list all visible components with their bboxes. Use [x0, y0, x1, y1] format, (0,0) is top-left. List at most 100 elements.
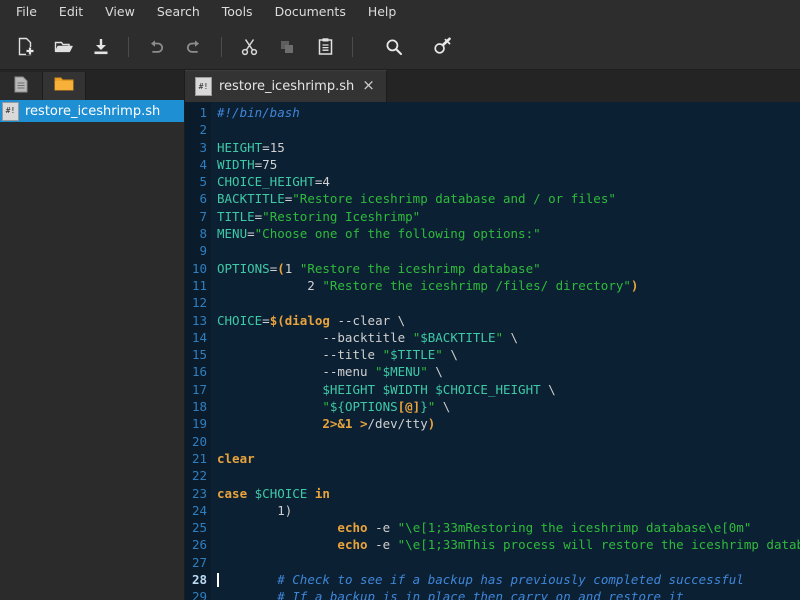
code-line[interactable]: --title "$TITLE" \ [217, 346, 800, 363]
side-panel-tab-documents[interactable] [0, 72, 43, 100]
code-token-plain [390, 520, 398, 535]
code-token-var: TITLE [217, 209, 255, 224]
code-line[interactable] [217, 554, 800, 571]
menu-item-edit[interactable]: Edit [48, 1, 94, 23]
redo-button[interactable] [177, 30, 211, 64]
menu-item-search[interactable]: Search [146, 1, 211, 23]
code-line[interactable] [217, 242, 800, 259]
new-document-button[interactable] [8, 30, 42, 64]
code-line[interactable]: --menu "$MENU" \ [217, 363, 800, 380]
code-token-kw: 2>&1 > [322, 416, 367, 431]
code-token-punc: ) [428, 416, 436, 431]
code-token-plain: 4 [322, 174, 330, 189]
code-token-str: "\e[1;33mRestoring the iceshrimp databas… [398, 520, 752, 535]
code-line[interactable]: # Check to see if a backup has previousl… [217, 571, 800, 588]
close-icon[interactable]: × [361, 78, 376, 95]
code-token-plain: 15 [270, 140, 285, 155]
code-line[interactable]: CHOICE_HEIGHT=4 [217, 173, 800, 190]
menu-item-help[interactable]: Help [357, 1, 408, 23]
code-token-op: --menu [322, 364, 367, 379]
code-line[interactable]: WIDTH=75 [217, 156, 800, 173]
code-line[interactable]: BACKTITLE="Restore iceshrimp database an… [217, 190, 800, 207]
code-token-var: MENU [217, 226, 247, 241]
line-number: 25 [185, 519, 207, 536]
code-line[interactable]: OPTIONS=(1 "Restore the iceshrimp databa… [217, 260, 800, 277]
undo-icon [146, 38, 166, 56]
code-line[interactable]: 1) [217, 502, 800, 519]
code-line[interactable] [217, 121, 800, 138]
line-number: 13 [185, 312, 207, 329]
code-line[interactable]: MENU="Choose one of the following option… [217, 225, 800, 242]
main-content: #!restore_iceshrimp.sh #!restore_iceshri… [0, 70, 800, 600]
line-number: 10 [185, 260, 207, 277]
line-number: 16 [185, 363, 207, 380]
code-line[interactable]: #!/bin/bash [217, 104, 800, 121]
code-token-plain [247, 486, 255, 501]
document-tab[interactable]: #!restore_iceshrimp.sh× [185, 70, 387, 102]
code-text[interactable]: #!/bin/bash HEIGHT=15WIDTH=75CHOICE_HEIG… [211, 102, 800, 600]
menu-item-tools[interactable]: Tools [211, 1, 264, 23]
code-token-var: $MENU [383, 364, 421, 379]
menu-item-view[interactable]: View [94, 1, 146, 23]
code-token-op: --backtitle [322, 330, 405, 345]
copy-button[interactable] [270, 30, 304, 64]
code-token-op: \ [450, 347, 458, 362]
file-list-item-label: restore_iceshrimp.sh [25, 104, 160, 119]
code-token-plain [217, 520, 337, 535]
side-panel-tab-filebrowser[interactable] [43, 72, 86, 100]
find-replace-button[interactable] [425, 30, 459, 64]
document-icon [14, 76, 28, 97]
code-token-var: } [420, 399, 428, 414]
code-line[interactable] [217, 467, 800, 484]
save-icon [92, 37, 110, 56]
line-number: 11 [185, 277, 207, 294]
find-button[interactable] [377, 30, 411, 64]
code-token-comment: #!/bin/bash [217, 105, 300, 120]
code-line[interactable]: case $CHOICE in [217, 485, 800, 502]
code-line[interactable] [217, 294, 800, 311]
code-token-plain [390, 313, 398, 328]
line-number: 21 [185, 450, 207, 467]
code-token-plain [368, 537, 376, 552]
code-token-var: CHOICE_HEIGHT [217, 174, 315, 189]
code-token-plain: = [262, 140, 270, 155]
open-document-button[interactable] [46, 30, 80, 64]
code-line[interactable]: --backtitle "$BACKTITLE" \ [217, 329, 800, 346]
text-cursor [217, 573, 219, 587]
code-line[interactable]: 2>&1 >/dev/tty) [217, 415, 800, 432]
save-document-button[interactable] [84, 30, 118, 64]
code-token-var: BACKTITLE [217, 191, 285, 206]
open-folder-icon [53, 37, 73, 56]
paste-button[interactable] [308, 30, 342, 64]
line-number: 24 [185, 502, 207, 519]
code-line[interactable]: $HEIGHT $WIDTH $CHOICE_HEIGHT \ [217, 381, 800, 398]
menu-item-documents[interactable]: Documents [264, 1, 357, 23]
line-number: 26 [185, 536, 207, 553]
code-line[interactable]: # If a backup is in place then carry on … [217, 588, 800, 600]
code-token-str: " [420, 364, 428, 379]
code-line[interactable]: CHOICE=$(dialog --clear \ [217, 312, 800, 329]
menubar: FileEditViewSearchToolsDocumentsHelp [0, 0, 800, 24]
code-line[interactable]: "${OPTIONS[@]}" \ [217, 398, 800, 415]
file-list-item[interactable]: #!restore_iceshrimp.sh [0, 100, 184, 122]
code-line[interactable]: TITLE="Restoring Iceshrimp" [217, 208, 800, 225]
line-number: 4 [185, 156, 207, 173]
code-token-op: \ [435, 364, 443, 379]
code-token-punc: [@] [398, 399, 421, 414]
code-line[interactable]: HEIGHT=15 [217, 139, 800, 156]
code-token-var: $BACKTITLE [420, 330, 495, 345]
code-line[interactable] [217, 433, 800, 450]
undo-button[interactable] [139, 30, 173, 64]
line-number: 1 [185, 104, 207, 121]
code-token-kw: echo [337, 520, 367, 535]
document-tabbar: #!restore_iceshrimp.sh× [185, 70, 800, 102]
code-line[interactable]: 2 "Restore the iceshrimp /files/ directo… [217, 277, 800, 294]
code-area[interactable]: 1234567891011121314151617181920212223242… [185, 102, 800, 600]
code-line[interactable]: clear [217, 450, 800, 467]
menu-item-file[interactable]: File [5, 1, 48, 23]
cut-button[interactable] [232, 30, 266, 64]
code-token-plain [368, 520, 376, 535]
code-line[interactable]: echo -e "\e[1;33mRestoring the iceshrimp… [217, 519, 800, 536]
code-line[interactable]: echo -e "\e[1;33mThis process will resto… [217, 536, 800, 553]
code-token-op: -e [375, 520, 390, 535]
